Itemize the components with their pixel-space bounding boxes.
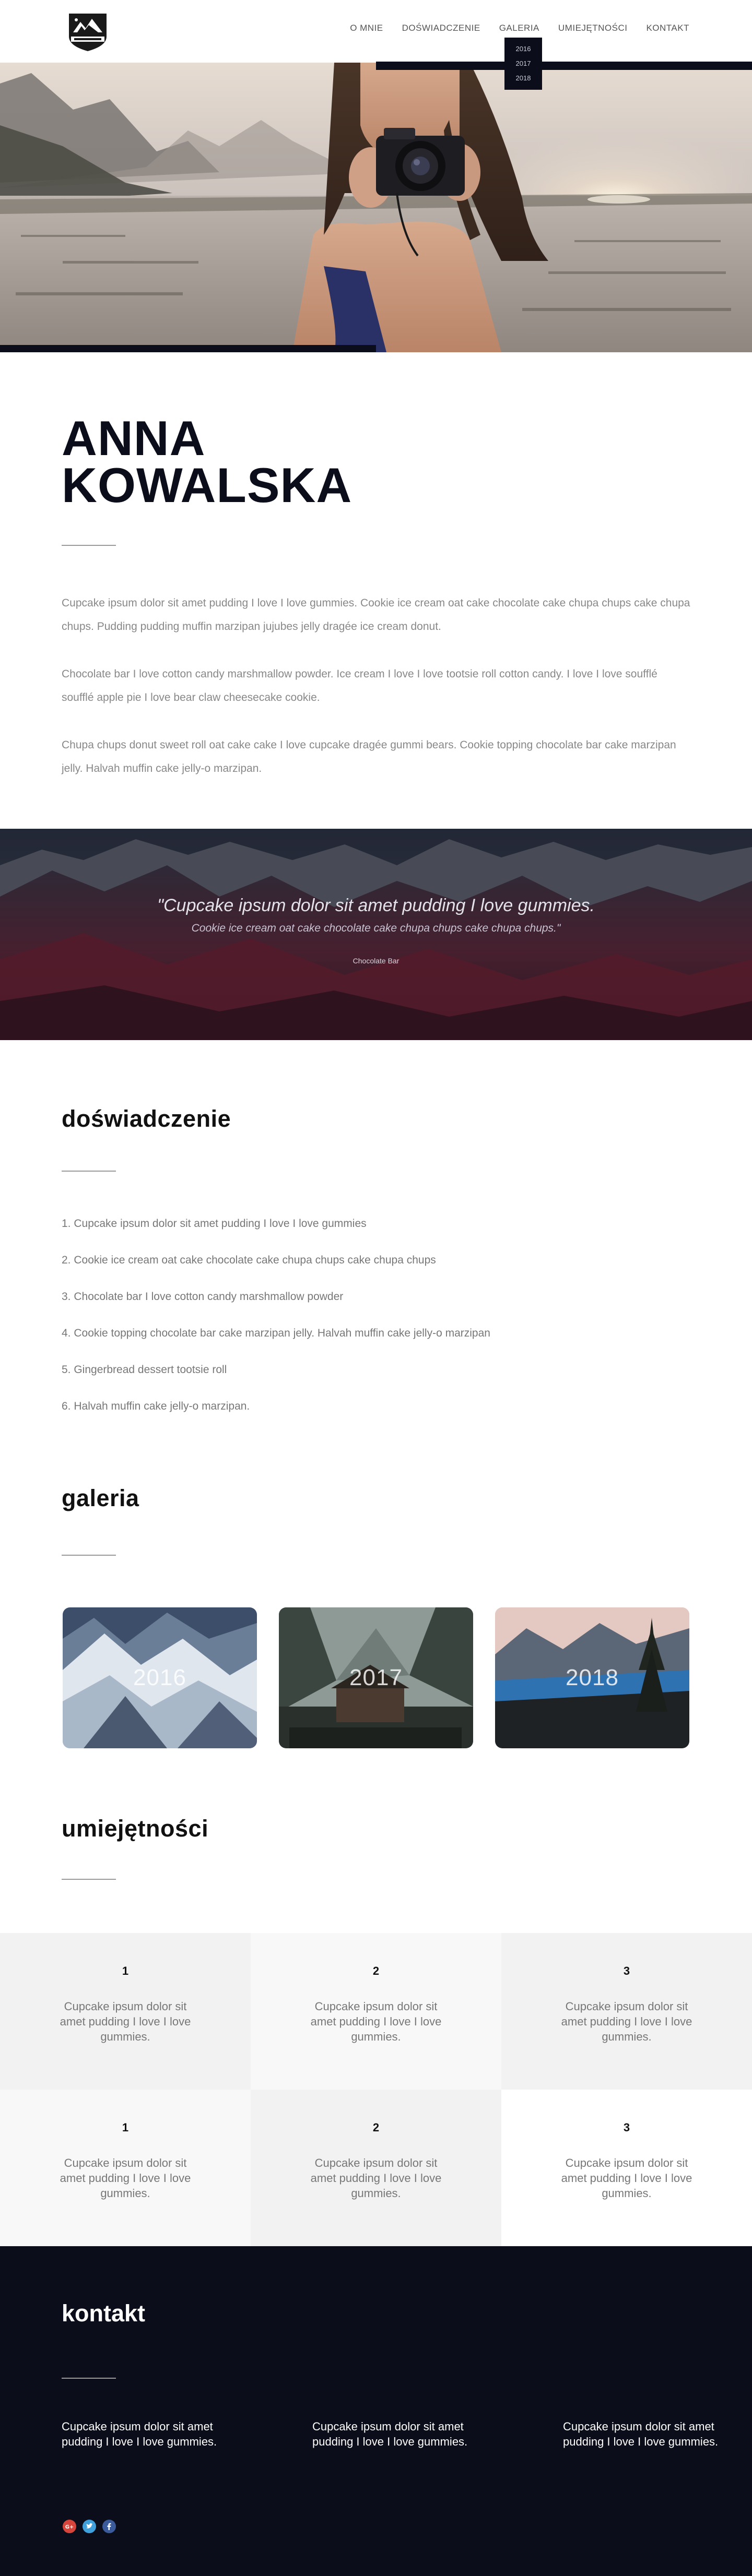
skill-text: Cupcake ipsum dolor sit amet pudding I l… — [561, 2156, 692, 2200]
about-divider — [62, 545, 116, 546]
quote-sub-text: Cookie ice cream oat cake chocolate cake… — [191, 922, 561, 934]
contact-column-2: Cupcake ipsum dolor sit amet pudding I l… — [312, 2420, 468, 2448]
nav-item-umiejetnosci[interactable]: UMIEJĘTNOŚCI — [558, 23, 628, 33]
skill-number: 1 — [122, 2121, 129, 2134]
logo-badge-icon[interactable] — [62, 9, 114, 53]
skill-text: Cupcake ipsum dolor sit amet pudding I l… — [60, 2156, 191, 2200]
list-item: 2. Cookie ice cream oat cake chocolate c… — [62, 1254, 436, 1266]
gallery-divider — [62, 1555, 116, 1556]
svg-text:G+: G+ — [65, 2524, 74, 2530]
experience-list: 1. Cupcake ipsum dolor sit amet pudding … — [62, 1216, 688, 1435]
site-header: O MNIE DOŚWIADCZENIE GALERIA UMIEJĘTNOŚC… — [0, 0, 752, 63]
dropdown-item-2016[interactable]: 2016 — [504, 42, 542, 56]
contact-title: kontakt — [62, 2300, 146, 2327]
skill-card: 3 Cupcake ipsum dolor sit amet pudding I… — [501, 2090, 752, 2246]
skill-number: 3 — [623, 2121, 630, 2134]
gallery-year-label: 2018 — [566, 1665, 619, 1690]
facebook-icon[interactable] — [102, 2520, 116, 2533]
skill-text: Cupcake ipsum dolor sit amet pudding I l… — [310, 2000, 442, 2043]
gallery-card-2017[interactable]: 2017 — [279, 1607, 473, 1748]
contact-section: kontakt Cupcake ipsum dolor sit amet pud… — [0, 2246, 752, 2576]
quote-main-text: "Cupcake ipsum dolor sit amet pudding I … — [157, 896, 595, 915]
skill-card: 3 Cupcake ipsum dolor sit amet pudding I… — [501, 1933, 752, 2090]
skill-card: 2 Cupcake ipsum dolor sit amet pudding I… — [251, 1933, 501, 2090]
skill-card: 2 Cupcake ipsum dolor sit amet pudding I… — [251, 2090, 501, 2246]
skill-number: 3 — [623, 1964, 630, 1977]
gallery-title: galeria — [62, 1485, 139, 1511]
skill-text: Cupcake ipsum dolor sit amet pudding I l… — [60, 2000, 191, 2043]
hero-accent-bar — [0, 345, 376, 352]
dropdown-item-2017[interactable]: 2017 — [504, 56, 542, 71]
skill-number: 2 — [372, 1964, 380, 1977]
twitter-icon[interactable] — [83, 2520, 96, 2533]
skill-text: Cupcake ipsum dolor sit amet pudding I l… — [561, 2000, 692, 2043]
quote-banner: "Cupcake ipsum dolor sit amet pudding I … — [0, 829, 752, 1040]
skill-card: 1 Cupcake ipsum dolor sit amet pudding I… — [0, 1933, 251, 2090]
gallery-year-label: 2017 — [349, 1665, 403, 1690]
skill-text: Cupcake ipsum dolor sit amet pudding I l… — [310, 2156, 442, 2200]
page: O MNIE DOŚWIADCZENIE GALERIA UMIEJĘTNOŚC… — [0, 0, 752, 2576]
about-paragraph-2: Chocolate bar I love cotton candy marshm… — [62, 668, 657, 703]
skills-grid: 1 Cupcake ipsum dolor sit amet pudding I… — [0, 1933, 752, 2246]
main-nav: O MNIE DOŚWIADCZENIE GALERIA UMIEJĘTNOŚC… — [350, 23, 689, 33]
contact-divider — [62, 2378, 116, 2379]
experience-title: doświadczenie — [62, 1105, 231, 1132]
hero-photo-camera-girl — [0, 63, 752, 352]
quote-content: "Cupcake ipsum dolor sit amet pudding I … — [0, 896, 752, 965]
nav-item-o-mnie[interactable]: O MNIE — [350, 23, 383, 33]
nav-item-kontakt[interactable]: KONTAKT — [646, 23, 689, 33]
skills-divider — [62, 1879, 116, 1880]
quote-author: Chocolate Bar — [352, 957, 400, 965]
header-accent-bar — [376, 62, 752, 70]
dropdown-item-2018[interactable]: 2018 — [504, 71, 542, 86]
about-name-heading: ANNA KOWALSKA — [62, 414, 352, 512]
gallery-card-2016[interactable]: 2016 — [63, 1607, 257, 1748]
list-item: 4. Cookie topping chocolate bar cake mar… — [62, 1327, 490, 1339]
gallery-dropdown: 2016 2017 2018 — [504, 38, 542, 90]
skills-title: umiejętności — [62, 1815, 209, 1842]
hero-image — [0, 63, 752, 352]
contact-column-3: Cupcake ipsum dolor sit amet pudding I l… — [563, 2420, 719, 2448]
nav-item-galeria[interactable]: GALERIA — [499, 23, 539, 33]
gallery-card-2018[interactable]: 2018 — [495, 1607, 689, 1748]
contact-column-1: Cupcake ipsum dolor sit amet pudding I l… — [62, 2420, 217, 2448]
gallery-year-label: 2016 — [133, 1665, 186, 1690]
about-paragraph-3: Chupa chups donut sweet roll oat cake ca… — [62, 739, 676, 774]
nav-item-doswiadczenie[interactable]: DOŚWIADCZENIE — [402, 23, 480, 33]
experience-divider — [62, 1171, 116, 1172]
list-item: 5. Gingerbread dessert tootsie roll — [62, 1364, 227, 1376]
list-item: 6. Halvah muffin cake jelly-o marzipan. — [62, 1400, 250, 1412]
about-paragraph-1: Cupcake ipsum dolor sit amet pudding I l… — [62, 597, 690, 633]
list-item: 3. Chocolate bar I love cotton candy mar… — [62, 1291, 344, 1303]
skill-number: 1 — [122, 1964, 129, 1977]
skill-card: 1 Cupcake ipsum dolor sit amet pudding I… — [0, 2090, 251, 2246]
skill-number: 2 — [372, 2121, 380, 2134]
google-plus-icon[interactable]: G+ — [63, 2520, 76, 2533]
name-line-last: KOWALSKA — [62, 458, 352, 512]
list-item: 1. Cupcake ipsum dolor sit amet pudding … — [62, 1218, 367, 1230]
